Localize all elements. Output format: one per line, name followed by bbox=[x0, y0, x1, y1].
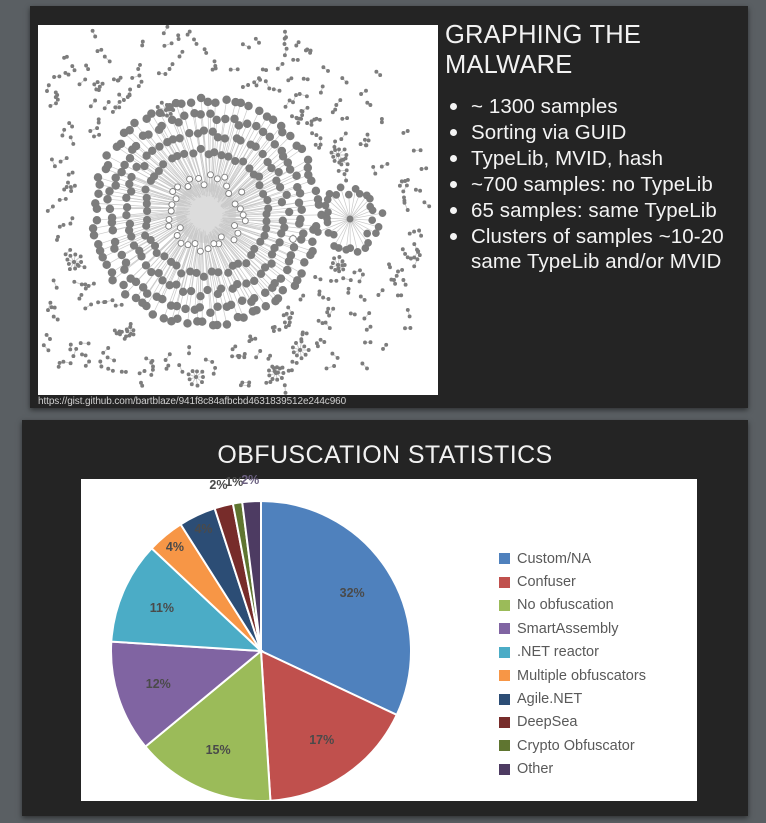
list-item: ~ 1300 samples bbox=[445, 94, 740, 119]
legend-item: Crypto Obfuscator bbox=[499, 734, 646, 757]
legend-swatch-icon bbox=[499, 763, 510, 775]
legend-item: Confuser bbox=[499, 570, 646, 593]
bullet-list: ~ 1300 samples Sorting via GUID TypeLib,… bbox=[445, 94, 740, 274]
legend-item: Agile.NET bbox=[499, 687, 646, 710]
list-item-label: 65 samples: same TypeLib bbox=[471, 199, 717, 223]
list-item-label: ~ 1300 samples bbox=[471, 95, 618, 119]
bullet-dot-icon bbox=[450, 233, 457, 241]
chart-title: OBFUSCATION STATISTICS bbox=[217, 441, 553, 469]
chart-panel: 32% 17% 15% 12% 11% 4% 4% 2% 1% 2% Custom/NA Confu… bbox=[81, 473, 697, 801]
legend-item-label: Agile.NET bbox=[517, 691, 583, 708]
legend-item: Other bbox=[499, 758, 646, 781]
legend-swatch-icon bbox=[499, 670, 510, 682]
slide-obfuscation-statistics: OBFUSCATION STATISTICS 32% 17% 15% 12% 11% 4%… bbox=[22, 420, 748, 816]
pie-slice-label: 4% bbox=[165, 539, 184, 554]
legend-item: No obfuscation bbox=[499, 594, 646, 617]
pie-slice-label: 2% bbox=[241, 473, 260, 488]
legend-item: .NET reactor bbox=[499, 641, 646, 664]
pie-slice-label: 11% bbox=[149, 601, 175, 616]
list-item-label: Sorting via GUID bbox=[471, 121, 627, 145]
legend-swatch-icon bbox=[499, 740, 510, 752]
pie-slice-label: 17% bbox=[309, 733, 335, 748]
pie-slice-label: 12% bbox=[145, 677, 171, 692]
list-item: TypeLib, MVID, hash bbox=[445, 146, 740, 171]
pie-chart-svg bbox=[110, 499, 412, 801]
legend-item-label: Other bbox=[517, 761, 554, 778]
list-item-label: ~700 samples: no TypeLib bbox=[471, 173, 713, 197]
bullet-dot-icon bbox=[450, 103, 457, 111]
page-title: GRAPHING THE MALWARE bbox=[445, 21, 642, 80]
legend-item-label: Custom/NA bbox=[517, 550, 592, 567]
malware-relationship-graph-icon bbox=[38, 25, 438, 395]
chart-legend: Custom/NA Confuser No obfuscation SmartAsse… bbox=[499, 547, 646, 781]
source-url-caption: https://gist.github.com/bartblaze/941f8c… bbox=[38, 396, 347, 407]
list-item: ~700 samples: no TypeLib bbox=[445, 172, 740, 197]
legend-item-label: SmartAssembly bbox=[517, 620, 619, 637]
legend-item-label: No obfuscation bbox=[517, 597, 614, 614]
list-item: Sorting via GUID bbox=[445, 120, 740, 145]
bullet-dot-icon bbox=[450, 129, 457, 137]
legend-swatch-icon bbox=[499, 716, 510, 728]
slide-deck: https://gist.github.com/bartblaze/941f8c… bbox=[0, 0, 766, 823]
pie-chart: 32% 17% 15% 12% 11% 4% 4% 2% 1% 2% bbox=[81, 473, 441, 801]
bullet-dot-icon bbox=[450, 155, 457, 163]
legend-swatch-icon bbox=[499, 623, 510, 635]
pie-slice-label: 15% bbox=[205, 743, 231, 758]
legend-swatch-icon bbox=[499, 599, 510, 611]
legend-item-label: .NET reactor bbox=[517, 644, 599, 661]
legend-swatch-icon bbox=[499, 553, 510, 565]
pie-slice-label: 4% bbox=[194, 521, 213, 536]
legend-swatch-icon bbox=[499, 576, 510, 588]
bullet-dot-icon bbox=[450, 181, 457, 189]
legend-item-label: Confuser bbox=[517, 574, 576, 591]
legend-item: SmartAssembly bbox=[499, 617, 646, 640]
pie-slice-label: 32% bbox=[339, 586, 365, 601]
list-item: 65 samples: same TypeLib bbox=[445, 198, 740, 223]
legend-item: Custom/NA bbox=[499, 547, 646, 570]
legend-item: Multiple obfuscators bbox=[499, 664, 646, 687]
legend-item-label: DeepSea bbox=[517, 714, 578, 731]
legend-item-label: Crypto Obfuscator bbox=[517, 737, 635, 754]
list-item: Clusters of samples ~10-20 same TypeLib … bbox=[445, 224, 740, 274]
bullet-dot-icon bbox=[450, 207, 457, 215]
legend-swatch-icon bbox=[499, 693, 510, 705]
slide-one-content: GRAPHING THE MALWARE ~ 1300 samples Sort… bbox=[445, 20, 740, 275]
legend-item: DeepSea bbox=[499, 711, 646, 734]
list-item-label: Clusters of samples ~10-20 same TypeLib … bbox=[471, 225, 724, 274]
malware-graph-panel bbox=[38, 25, 438, 395]
slide-graphing-the-malware: https://gist.github.com/bartblaze/941f8c… bbox=[30, 6, 748, 408]
list-item-label: TypeLib, MVID, hash bbox=[471, 147, 664, 171]
legend-item-label: Multiple obfuscators bbox=[517, 667, 646, 684]
legend-swatch-icon bbox=[499, 646, 510, 658]
